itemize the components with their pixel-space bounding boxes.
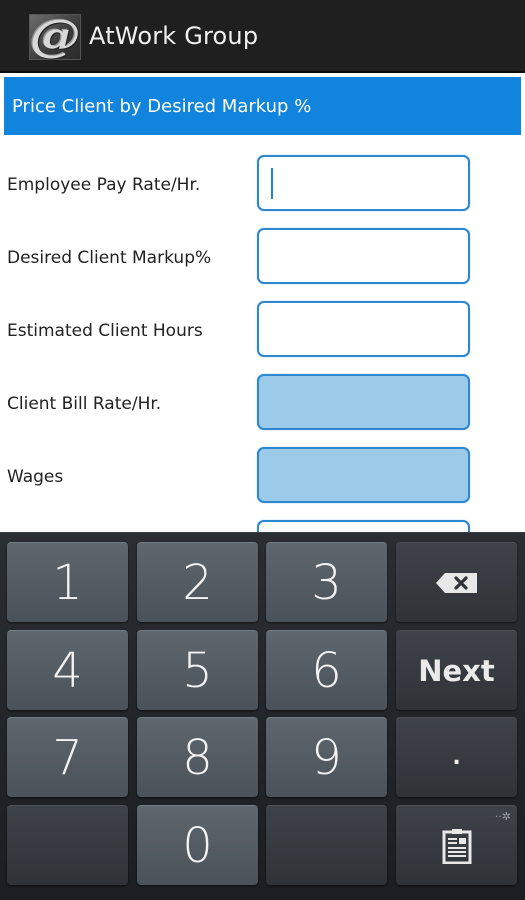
settings-gear-icon: ··✲ (494, 810, 511, 823)
backspace-key[interactable] (396, 542, 517, 622)
key-6[interactable]: 6 (266, 630, 387, 710)
key-4[interactable]: 4 (7, 630, 128, 710)
action-bar: @ AtWork Group (0, 0, 525, 73)
wages-label: Wages (7, 467, 64, 487)
blank-key-left (7, 805, 128, 885)
key-9[interactable]: 9 (266, 717, 387, 797)
app-title: AtWork Group (89, 22, 259, 50)
employee-pay-rate-input[interactable] (257, 155, 470, 211)
decimal-key[interactable]: . (396, 717, 517, 797)
key-2[interactable]: 2 (137, 542, 258, 622)
wages-output (257, 447, 470, 503)
form-row-estimated-hours: Estimated Client Hours (0, 301, 525, 357)
key-0[interactable]: 0 (137, 805, 258, 885)
at-sign-logo-icon: @ (29, 11, 81, 62)
key-7[interactable]: 7 (7, 717, 128, 797)
key-3[interactable]: 3 (266, 542, 387, 622)
next-key[interactable]: Next (396, 630, 517, 710)
form-row-desired-markup: Desired Client Markup% (0, 228, 525, 284)
clipboard-icon (442, 828, 471, 864)
form-row-wages: Wages (0, 447, 525, 503)
estimated-hours-input[interactable] (257, 301, 470, 357)
form-row-client-bill-rate: Client Bill Rate/Hr. (0, 374, 525, 430)
employee-pay-rate-label: Employee Pay Rate/Hr. (7, 175, 201, 195)
text-cursor (271, 168, 273, 199)
numeric-keyboard: 1 2 3 4 5 6 Next 7 8 9 . 0 ··✲ (0, 532, 525, 900)
blank-key-right (266, 805, 387, 885)
section-header: Price Client by Desired Markup % (4, 77, 521, 135)
key-8[interactable]: 8 (137, 717, 258, 797)
key-5[interactable]: 5 (137, 630, 258, 710)
desired-markup-input[interactable] (257, 228, 470, 284)
client-bill-rate-output (257, 374, 470, 430)
key-1[interactable]: 1 (7, 542, 128, 622)
desired-markup-label: Desired Client Markup% (7, 248, 212, 268)
estimated-hours-label: Estimated Client Hours (7, 321, 203, 341)
backspace-icon (435, 572, 477, 593)
clipboard-key[interactable]: ··✲ (396, 805, 517, 885)
client-bill-rate-label: Client Bill Rate/Hr. (7, 394, 162, 414)
form-row-employee-pay-rate: Employee Pay Rate/Hr. (0, 155, 525, 211)
